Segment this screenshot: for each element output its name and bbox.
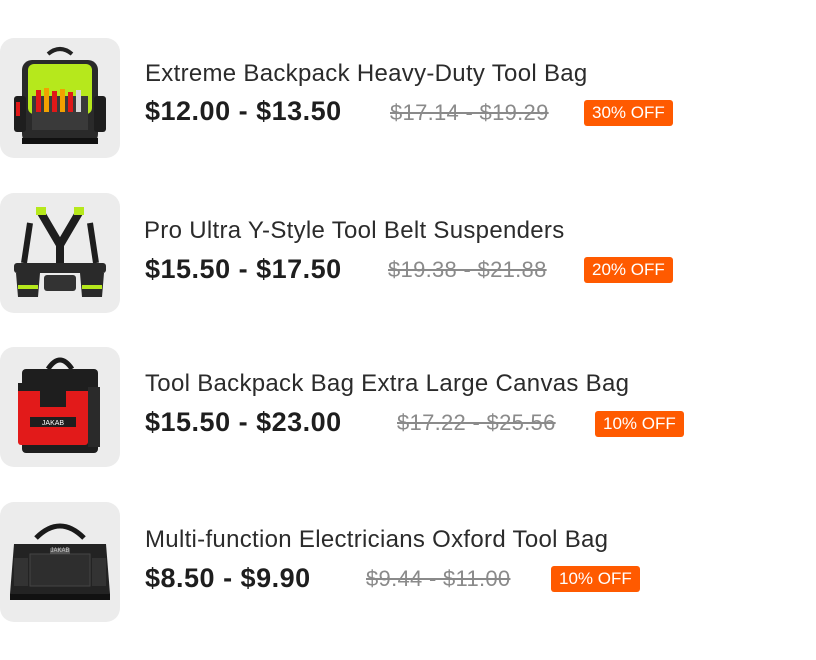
product-title[interactable]: Tool Backpack Bag Extra Large Canvas Bag: [145, 370, 629, 398]
product-title[interactable]: Pro Ultra Y-Style Tool Belt Suspenders: [144, 217, 565, 245]
product-card[interactable]: JAKAB Multi-function Electricians Oxford…: [0, 502, 816, 622]
product-price: $12.00 - $13.50: [145, 96, 342, 126]
product-thumbnail[interactable]: [0, 193, 120, 313]
red-canvas-bag-image: JAKAB: [18, 357, 100, 453]
product-title[interactable]: Extreme Backpack Heavy-Duty Tool Bag: [145, 60, 588, 88]
discount-badge: 10% OFF: [551, 566, 640, 592]
original-price: $17.14 - $19.29: [390, 100, 549, 125]
product-price: $15.50 - $17.50: [145, 254, 342, 284]
product-thumbnail[interactable]: [0, 38, 120, 158]
product-price: $15.50 - $23.00: [145, 407, 342, 437]
product-card[interactable]: Pro Ultra Y-Style Tool Belt Suspenders $…: [0, 193, 816, 313]
product-card[interactable]: Extreme Backpack Heavy-Duty Tool Bag $12…: [0, 38, 816, 158]
discount-badge: 10% OFF: [595, 411, 684, 437]
product-card[interactable]: JAKAB Tool Backpack Bag Extra Large Canv…: [0, 347, 816, 467]
svg-text:JAKAB: JAKAB: [42, 420, 65, 427]
product-price: $8.50 - $9.90: [145, 563, 311, 593]
original-price: $9.44 - $11.00: [366, 566, 511, 591]
original-price: $17.22 - $25.56: [397, 410, 556, 435]
product-thumbnail[interactable]: JAKAB: [0, 502, 120, 622]
product-title[interactable]: Multi-function Electricians Oxford Tool …: [145, 526, 608, 554]
discount-badge: 30% OFF: [584, 100, 673, 126]
black-oxford-bag-image: JAKAB: [10, 523, 110, 600]
green-backpack-image: [14, 47, 106, 144]
tool-belt-suspenders-image: [14, 207, 106, 297]
svg-text:JAKAB: JAKAB: [50, 548, 69, 554]
original-price: $19.38 - $21.88: [388, 257, 547, 282]
product-thumbnail[interactable]: JAKAB: [0, 347, 120, 467]
discount-badge: 20% OFF: [584, 257, 673, 283]
